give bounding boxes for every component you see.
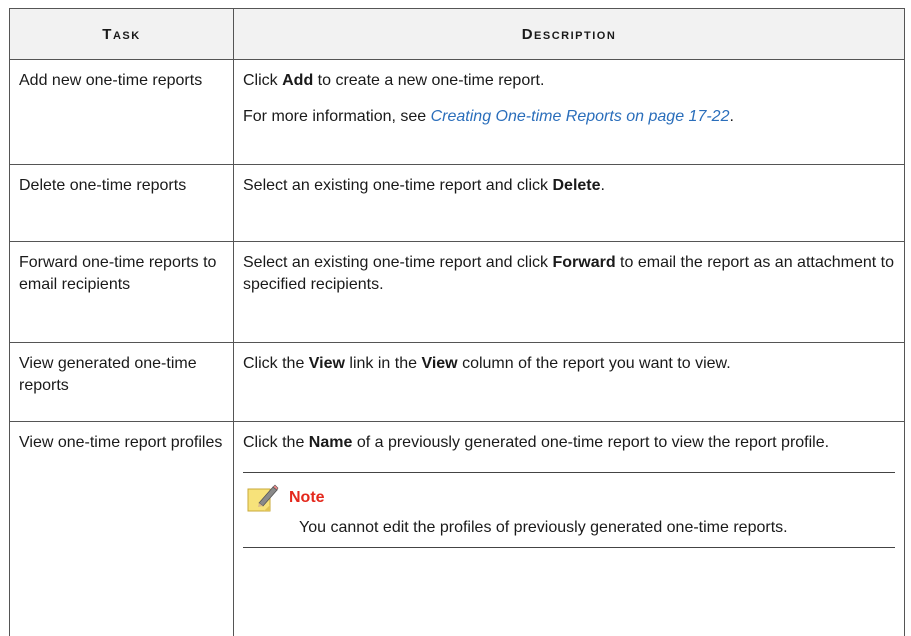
task-cell: Add new one-time reports: [10, 60, 234, 165]
task-cell: View generated one-time reports: [10, 343, 234, 422]
task-table: Task Description Add new one-time report…: [9, 8, 905, 636]
table-row: Add new one-time reports Click Add to cr…: [10, 60, 905, 165]
description-cell: Select an existing one-time report and c…: [234, 165, 905, 242]
table-header-row: Task Description: [10, 9, 905, 60]
description-cell: Click the Name of a previously generated…: [234, 422, 905, 636]
note-box: Note You cannot edit the profiles of pre…: [243, 472, 895, 548]
creating-reports-link[interactable]: Creating One-time Reports on page 17-22: [431, 108, 730, 125]
header-task: Task: [10, 9, 234, 60]
task-cell: Forward one-time reports to email recipi…: [10, 242, 234, 343]
table-row: Delete one-time reports Select an existi…: [10, 165, 905, 242]
table-row: Forward one-time reports to email recipi…: [10, 242, 905, 343]
note-text: You cannot edit the profiles of previous…: [299, 517, 895, 539]
description-cell: Click the View link in the View column o…: [234, 343, 905, 422]
note-title: Note: [289, 487, 325, 509]
table-row: View generated one-time reports Click th…: [10, 343, 905, 422]
table-row: View one-time report profiles Click the …: [10, 422, 905, 636]
header-description: Description: [234, 9, 905, 60]
task-cell: View one-time report profiles: [10, 422, 234, 636]
description-cell: Click Add to create a new one-time repor…: [234, 60, 905, 165]
task-cell: Delete one-time reports: [10, 165, 234, 242]
note-pencil-icon: [247, 483, 277, 513]
description-cell: Select an existing one-time report and c…: [234, 242, 905, 343]
